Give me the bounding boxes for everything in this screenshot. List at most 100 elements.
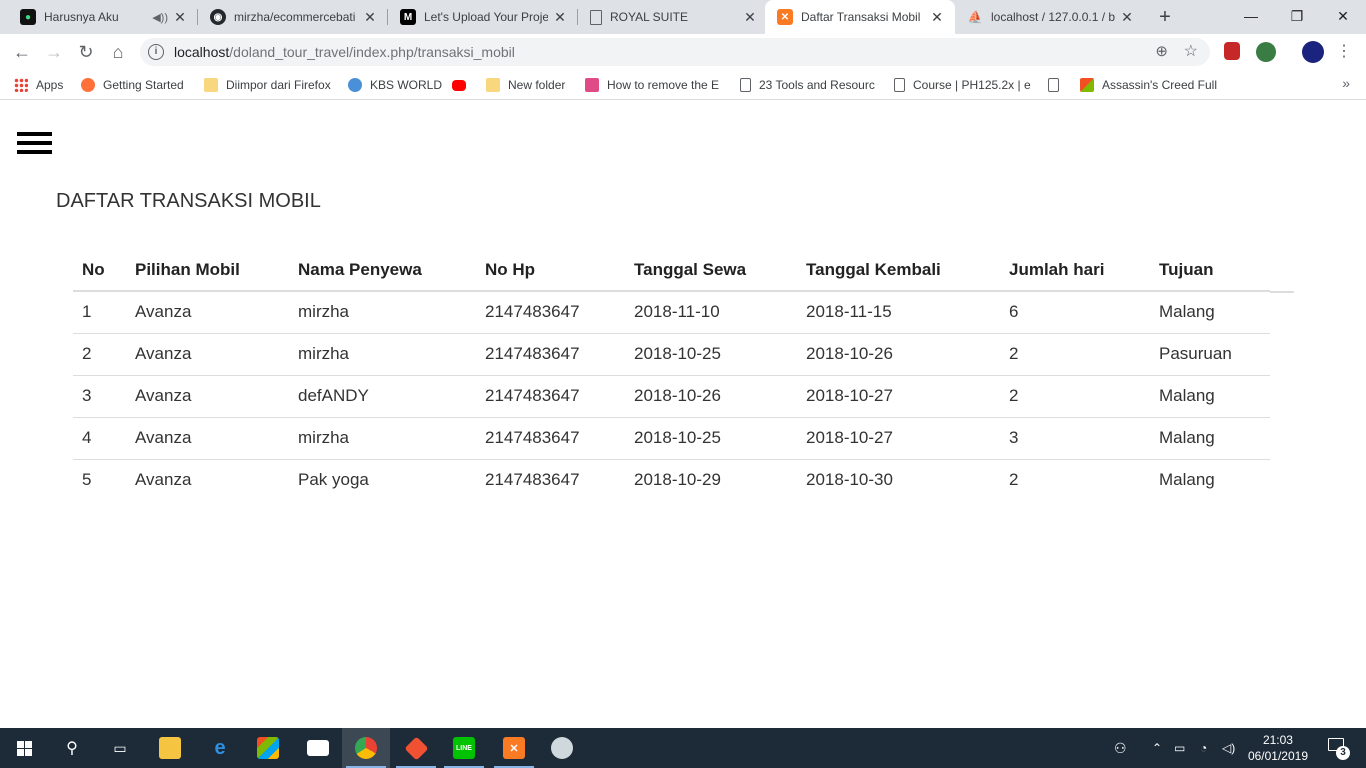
action-center-button[interactable]: 3 (1328, 738, 1350, 760)
bookmark-kbs-world[interactable]: KBS WORLD (348, 76, 442, 94)
table-cell: 2147483647 (476, 333, 625, 376)
col-pilihan-mobil: Pilihan Mobil (126, 249, 289, 292)
close-tab-icon[interactable]: ✕ (172, 9, 188, 26)
speaker-icon[interactable]: ◀)) (152, 11, 168, 24)
more-bookmarks-icon[interactable]: » (1342, 75, 1350, 91)
clock-date: 06/01/2019 (1247, 749, 1308, 763)
forward-button[interactable]: → (40, 38, 68, 66)
header-divider (1270, 291, 1294, 293)
table-body: 1 Avanza mirzha 2147483647 2018-11-10 2018-11… (73, 291, 1270, 501)
close-tab-icon[interactable]: ✕ (742, 9, 758, 26)
table-cell: 2018-10-25 (625, 333, 797, 376)
tab-title: ROYAL SUITE (610, 10, 689, 24)
windows-taskbar: ⚲ ▭ e LINE ✕ ⚇ ⌃ ▭ ◔ ◁) 21:03 06/01/2019 (0, 728, 1366, 768)
table-cell: Malang (1150, 417, 1270, 460)
taskbar-chrome[interactable] (342, 728, 390, 768)
table-cell: 2018-10-27 (797, 417, 1000, 460)
table-row: 4 Avanza mirzha 2147483647 2018-10-25 2018-10… (73, 417, 1270, 460)
minimize-button[interactable]: — (1228, 0, 1274, 34)
bookmark-page[interactable] (1048, 76, 1067, 94)
people-icon[interactable]: ⚇ (1114, 728, 1127, 768)
maximize-button[interactable]: ❐ (1274, 0, 1320, 34)
table-cell: 2 (1000, 333, 1150, 376)
col-nama-penyewa: Nama Penyewa (289, 249, 476, 292)
table-cell: 2018-10-25 (625, 417, 797, 460)
table-cell: 6 (1000, 291, 1150, 334)
close-tab-icon[interactable]: ✕ (929, 9, 945, 26)
table-cell: Avanza (126, 333, 289, 376)
tab-royal-suite[interactable]: ROYAL SUITE ✕ (578, 0, 768, 34)
tab-github[interactable]: ◉ mirzha/ecommercebati ✕ (198, 0, 388, 34)
new-tab-button[interactable]: + (1152, 4, 1178, 30)
reload-button[interactable]: ↻ (72, 38, 100, 66)
taskbar-file-explorer[interactable] (146, 728, 194, 768)
start-button[interactable] (0, 728, 48, 768)
line-icon: LINE (453, 737, 475, 759)
back-button[interactable]: ← (8, 38, 36, 66)
table-cell: 5 (82, 470, 92, 490)
bookmark-how-to-remove[interactable]: How to remove the E (585, 76, 719, 94)
zoom-icon[interactable]: ⊕ (1155, 42, 1168, 60)
home-button[interactable]: ⌂ (104, 38, 132, 66)
tab-medium[interactable]: M Let's Upload Your Proje ✕ (388, 0, 578, 34)
wifi-icon[interactable]: ◔ (1200, 728, 1207, 768)
taskbar-mail[interactable] (294, 728, 342, 768)
bookmark-course[interactable]: Course | PH125.2x | e (894, 76, 1031, 94)
table-cell: 2018-10-26 (625, 375, 797, 418)
table-cell: 2147483647 (476, 375, 625, 418)
tab-daftar-transaksi[interactable]: ✕ Daftar Transaksi Mobil ✕ (765, 0, 955, 34)
table-cell: 4 (73, 417, 126, 460)
avatar[interactable] (1302, 41, 1324, 63)
taskbar-paint[interactable] (538, 728, 586, 768)
bookmark-youtube[interactable] (452, 76, 474, 94)
shield-extension-icon[interactable] (1224, 42, 1240, 60)
apps-grid-icon (14, 78, 28, 92)
xampp-icon: ✕ (503, 737, 525, 759)
info-icon[interactable]: i (148, 44, 164, 60)
tab-phpmyadmin[interactable]: ⛵ localhost / 127.0.0.1 / b ✕ (955, 0, 1145, 34)
search-button[interactable]: ⚲ (48, 728, 96, 768)
taskbar-line[interactable]: LINE (440, 728, 488, 768)
bookmark-assassins-creed[interactable]: Assassin's Creed Full (1080, 76, 1217, 94)
globe-extension-icon[interactable] (1256, 42, 1276, 62)
close-tab-icon[interactable]: ✕ (362, 9, 378, 26)
bookmark-new-folder[interactable]: New folder (486, 76, 565, 94)
table-cell: 2018-10-30 (806, 470, 893, 490)
close-tab-icon[interactable]: ✕ (1119, 9, 1135, 26)
volume-icon[interactable]: ◁) (1222, 728, 1235, 768)
bookmark-apps[interactable]: Apps (14, 76, 63, 94)
table-cell: 2147483647 (476, 291, 625, 334)
address-bar[interactable]: i localhost/doland_tour_travel/index.php… (140, 38, 1210, 66)
page-icon (1048, 78, 1059, 92)
table-cell: 3 (73, 375, 126, 418)
music-app-icon: ● (20, 9, 36, 25)
menu-kebab-icon[interactable]: ⋮ (1330, 38, 1358, 66)
table-cell: Pak yoga (298, 470, 369, 490)
taskbar-edge[interactable]: e (196, 728, 244, 768)
taskbar-clock[interactable]: 21:03 06/01/2019 (1248, 732, 1308, 764)
task-view-button[interactable]: ▭ (96, 728, 144, 768)
mail-icon (307, 740, 329, 756)
close-window-button[interactable]: ✕ (1320, 0, 1366, 34)
hamburger-menu-icon[interactable] (17, 132, 52, 154)
clock-time: 21:03 (1262, 733, 1293, 747)
firefox-icon (81, 78, 95, 92)
table-cell: Pasuruan (1150, 333, 1270, 376)
show-hidden-icons[interactable]: ⌃ (1152, 728, 1162, 768)
taskbar-xampp[interactable]: ✕ (490, 728, 538, 768)
bookmark-folder-firefox[interactable]: Diimpor dari Firefox (204, 76, 331, 94)
url-text[interactable]: localhost/doland_tour_travel/index.php/t… (174, 44, 515, 60)
table-cell: Avanza (126, 291, 289, 334)
bookmark-23-tools[interactable]: 23 Tools and Resourc (740, 76, 875, 94)
table-cell: Avanza (135, 470, 192, 490)
taskbar-store[interactable] (244, 728, 292, 768)
table-header-row: No Pilihan Mobil Nama Penyewa No Hp Tang… (73, 249, 1270, 292)
col-jumlah-hari: Jumlah hari (1000, 249, 1150, 292)
taskbar-git[interactable] (392, 728, 440, 768)
battery-icon[interactable]: ▭ (1174, 728, 1185, 768)
bookmark-star-icon[interactable]: ☆ (1184, 41, 1198, 61)
table-row: 1 Avanza mirzha 2147483647 2018-11-10 2018-11… (73, 291, 1270, 334)
tab-harusnya-aku[interactable]: ● Harusnya Aku ◀)) ✕ (8, 0, 198, 34)
bookmark-getting-started[interactable]: Getting Started (81, 76, 184, 94)
close-tab-icon[interactable]: ✕ (552, 9, 568, 26)
